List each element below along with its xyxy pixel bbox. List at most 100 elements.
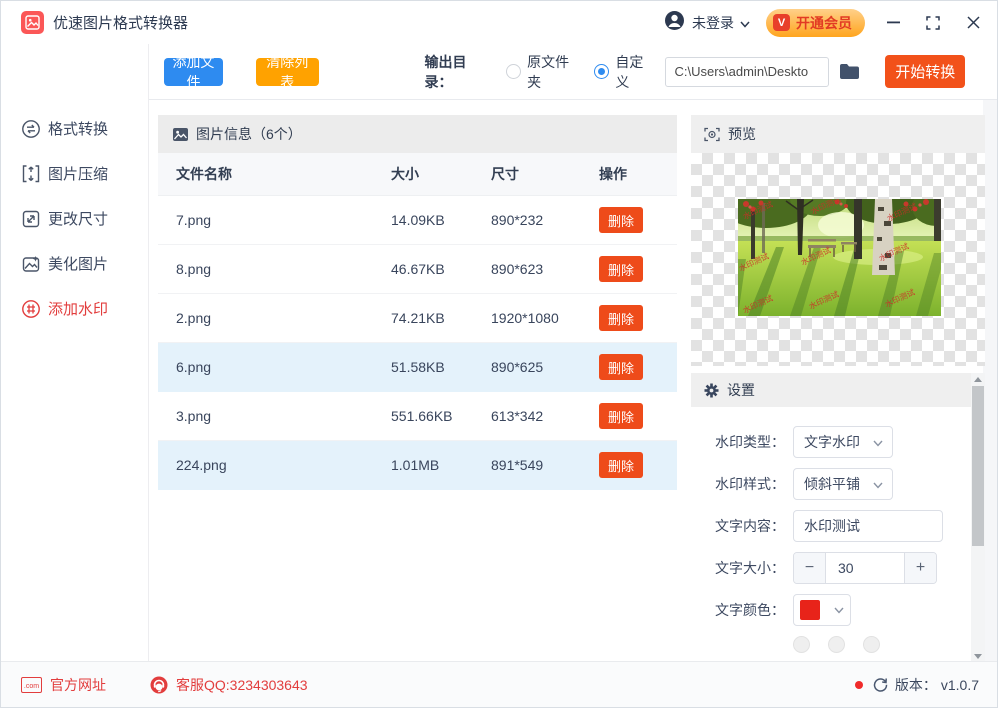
table-row[interactable]: 8.png46.67KB890*623删除 (158, 245, 677, 294)
file-dimensions: 1920*1080 (491, 310, 599, 326)
add-files-button[interactable]: 添加文件 (164, 58, 223, 86)
delete-button[interactable]: 删除 (599, 452, 643, 478)
radio-custom[interactable]: 自定义 (594, 52, 653, 92)
folder-browse-icon[interactable] (839, 63, 860, 80)
file-dimensions: 890*625 (491, 359, 599, 375)
sidebar-item-5[interactable]: 添加水印 (1, 286, 148, 331)
sidebar-item-4[interactable]: 美化图片 (1, 241, 148, 286)
scroll-thumb[interactable] (972, 386, 984, 546)
resize-icon (20, 208, 41, 229)
row-actions: 删除 (599, 354, 677, 380)
preview-eye-icon (704, 127, 720, 142)
file-name: 2.png (158, 310, 391, 326)
file-size: 551.66KB (391, 408, 491, 424)
image-icon (173, 128, 188, 141)
text-content-input[interactable] (793, 510, 943, 542)
clear-list-button[interactable]: 清除列表 (256, 58, 319, 86)
version-label: 版本： (895, 675, 937, 695)
version-value: v1.0.7 (941, 677, 979, 693)
delete-button[interactable]: 删除 (599, 305, 643, 331)
option-dot-3[interactable] (863, 636, 880, 653)
official-website-link[interactable]: .com 官方网址 (21, 675, 106, 695)
sidebar-item-label: 图片压缩 (48, 163, 108, 184)
maximize-button[interactable] (913, 1, 953, 44)
footer-bar: .com 官方网址 客服QQ:3234303643 版本： v1.0.7 (1, 661, 997, 707)
login-status[interactable]: 未登录 (664, 10, 766, 36)
scroll-up-button[interactable] (971, 373, 985, 386)
table-row[interactable]: 3.png551.66KB613*342删除 (158, 392, 677, 441)
transparency-checkerboard: 水印测试水印测试水印测试水印测试水印测试水印测试水印测试水印测试水印测试 (691, 153, 985, 366)
table-body: 7.png14.09KB890*232删除8.png46.67KB890*623… (158, 196, 677, 490)
file-name: 3.png (158, 408, 391, 424)
table-row[interactable]: 6.png51.58KB890*625删除 (158, 343, 677, 392)
delete-button[interactable]: 删除 (599, 403, 643, 429)
toolbar: 添加文件 清除列表 输出目录： 原文件夹 自定义 开始转换 (149, 44, 997, 100)
preview-header: 预览 (691, 115, 985, 153)
output-dir-label: 输出目录： (425, 52, 491, 92)
text-size-stepper: − 30 + (793, 552, 937, 584)
text-color-select[interactable] (793, 594, 851, 626)
sidebar-item-label: 格式转换 (48, 118, 108, 139)
settings-title: 设置 (727, 380, 755, 400)
file-size: 14.09KB (391, 212, 491, 228)
delete-button[interactable]: 删除 (599, 207, 643, 233)
delete-button[interactable]: 删除 (599, 256, 643, 282)
app-logo-image-icon (21, 11, 44, 34)
row-actions: 删除 (599, 207, 677, 233)
sidebar-item-label: 美化图片 (48, 253, 108, 274)
row-actions: 删除 (599, 403, 677, 429)
sidebar-item-1[interactable]: 格式转换 (1, 106, 148, 151)
main-content: 图片信息（6个） 文件名称 大小 尺寸 操作 7.png14.09KB890*2… (149, 100, 997, 662)
background-strip (983, 100, 997, 662)
qq-support-link[interactable]: 客服QQ:3234303643 (150, 675, 308, 695)
chevron-down-icon (834, 601, 844, 619)
sidebar-item-2[interactable]: 图片压缩 (1, 151, 148, 196)
output-path-input[interactable] (665, 57, 829, 87)
file-name: 224.png (158, 457, 391, 473)
settings-section: 设置 水印类型： 文字水印 水印样式： (691, 373, 985, 663)
radio-icon (506, 64, 521, 79)
file-dimensions: 890*232 (491, 212, 599, 228)
table-row[interactable]: 224.png1.01MB891*549删除 (158, 441, 677, 490)
watermark-type-select[interactable]: 文字水印 (793, 426, 893, 458)
radio-source-folder[interactable]: 原文件夹 (506, 52, 578, 92)
image-info-title: 图片信息（6个） (196, 124, 302, 144)
watermark-style-label: 水印样式： (715, 474, 793, 494)
settings-header: 设置 (691, 373, 971, 407)
size-minus-button[interactable]: − (794, 553, 825, 583)
minimize-button[interactable] (873, 1, 913, 44)
option-dot-1[interactable] (793, 636, 810, 653)
row-actions: 删除 (599, 256, 677, 282)
option-dots (793, 636, 971, 653)
size-value[interactable]: 30 (825, 553, 905, 583)
sidebar-item-label: 更改尺寸 (48, 208, 108, 229)
title-bar: 优速图片格式转换器 未登录 V 开通会员 (1, 1, 997, 45)
convert-icon (20, 118, 41, 139)
preview-title: 预览 (728, 124, 756, 144)
chevron-down-icon (873, 476, 883, 492)
start-convert-button[interactable]: 开始转换 (885, 55, 965, 88)
sidebar-item-3[interactable]: 更改尺寸 (1, 196, 148, 241)
refresh-icon[interactable] (873, 677, 888, 692)
beautify-icon (20, 253, 41, 274)
settings-scrollbar[interactable] (971, 373, 985, 663)
table-row[interactable]: 7.png14.09KB890*232删除 (158, 196, 677, 245)
chevron-down-icon (873, 434, 883, 450)
vip-badge-icon: V (773, 14, 790, 31)
file-size: 74.21KB (391, 310, 491, 326)
table-row[interactable]: 2.png74.21KB1920*1080删除 (158, 294, 677, 343)
gear-icon (704, 383, 719, 398)
size-plus-button[interactable]: + (905, 553, 936, 583)
table-column-header: 文件名称 大小 尺寸 操作 (158, 153, 677, 196)
radio-icon (594, 64, 609, 79)
row-actions: 删除 (599, 452, 677, 478)
file-name: 8.png (158, 261, 391, 277)
vip-button[interactable]: V 开通会员 (766, 9, 865, 37)
option-dot-2[interactable] (828, 636, 845, 653)
app-window: 优速图片格式转换器 未登录 V 开通会员 (0, 0, 998, 708)
watermark-style-select[interactable]: 倾斜平铺 (793, 468, 893, 500)
delete-button[interactable]: 删除 (599, 354, 643, 380)
color-swatch (800, 600, 820, 620)
text-size-label: 文字大小： (715, 558, 793, 578)
close-button[interactable] (953, 1, 993, 44)
